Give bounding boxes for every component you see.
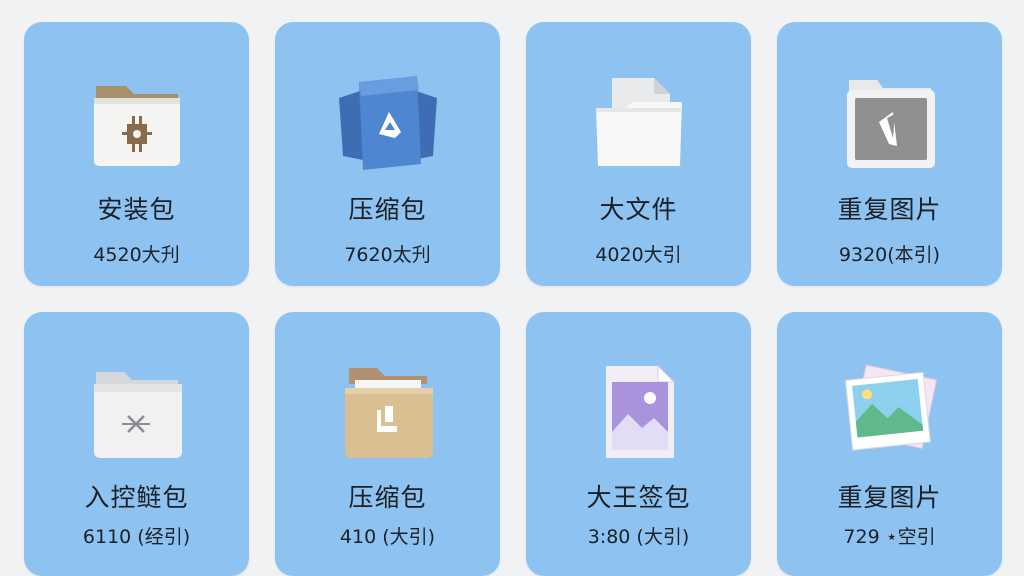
- category-grid: 安装包 4520大刋 压缩包 7620太刋 大文件 4020大引 重复图片 93…: [24, 22, 1002, 576]
- category-label: 安装包: [97, 195, 176, 224]
- category-count: 729 ⋆空引: [843, 526, 936, 548]
- category-label: 大文件: [599, 195, 678, 224]
- category-count: 3:80 (大引): [587, 526, 690, 548]
- category-label: 重复图片: [837, 195, 942, 224]
- photo-stack-icon: [835, 362, 945, 462]
- installer-folder-icon: [82, 72, 192, 172]
- category-count: 4520大刋: [93, 244, 180, 266]
- category-label: 大王签包: [586, 483, 691, 512]
- category-label: 重复图片: [837, 483, 942, 512]
- category-card-installer-2[interactable]: 入控鲢包 6110 (经引): [24, 312, 249, 576]
- category-label: 入控鲢包: [84, 483, 189, 512]
- category-card-large-files[interactable]: 大文件 4020大引: [526, 22, 751, 286]
- category-card-archive[interactable]: 压缩包 7620太刋: [275, 22, 500, 286]
- category-card-duplicate-images-2[interactable]: 重复图片 729 ⋆空引: [777, 312, 1002, 576]
- category-label: 压缩包: [348, 483, 427, 512]
- gray-folder-icon: [82, 362, 192, 462]
- category-count: 410 (大引): [339, 526, 436, 548]
- category-card-duplicate-images[interactable]: 重复图片 9320(本引): [777, 22, 1002, 286]
- duplicate-image-folder-icon: [835, 72, 945, 172]
- document-folder-icon: [584, 72, 694, 172]
- compressed-archive-icon: [333, 72, 443, 172]
- category-count: 9320(本引): [838, 244, 941, 266]
- category-card-installer[interactable]: 安装包 4520大刋: [24, 22, 249, 286]
- category-count: 6110 (经引): [82, 526, 191, 548]
- image-file-icon: [584, 362, 694, 462]
- category-card-archive-2[interactable]: 压缩包 410 (大引): [275, 312, 500, 576]
- category-card-large-packages[interactable]: 大王签包 3:80 (大引): [526, 312, 751, 576]
- category-label: 压缩包: [348, 195, 427, 224]
- category-count: 4020大引: [595, 244, 682, 266]
- category-count: 7620太刋: [344, 244, 431, 266]
- tan-folder-icon: [333, 362, 443, 462]
